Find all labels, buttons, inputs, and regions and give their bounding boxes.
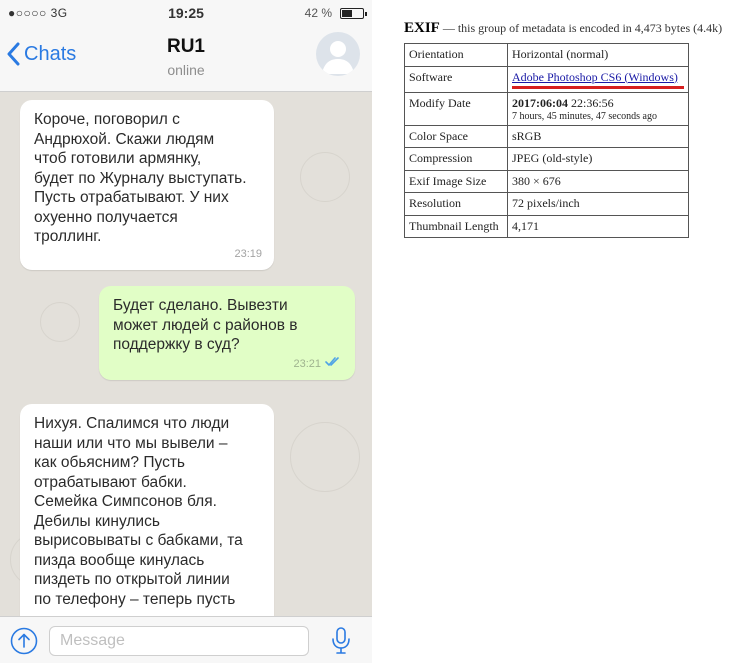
exif-value: 72 pixels/inch [507,192,689,216]
background-pattern [40,302,80,342]
status-bar: ●○○○○ 3G 19:25 42 % [0,0,372,26]
message-meta: 23:21 [293,355,343,375]
exif-value: 380 × 676 [507,169,689,193]
user-silhouette-icon [322,41,354,74]
modify-date: 2017:06:04 [512,95,568,110]
phone-screenshot: ●○○○○ 3G 19:25 42 % Chats RU1 online Кор… [0,0,372,663]
exif-key: Software [404,65,508,93]
exif-title: EXIF [404,20,440,36]
table-row: Exif Image Size 380 × 676 [404,169,689,193]
message-text: Будет сделано. Вывезти может людей с рай… [113,297,298,353]
table-row: Modify Date 2017:06:04 22:36:56 7 hours,… [404,91,689,126]
double-check-icon [325,355,343,375]
message-text: Короче, поговорил с Андрюхой. Скажи людя… [34,111,247,245]
table-row: Resolution 72 pixels/inch [404,192,689,216]
exif-key: Compression [404,147,508,171]
exif-value-cell: 2017:06:04 22:36:56 7 hours, 45 minutes,… [507,91,689,126]
exif-value: Horizontal (normal) [507,43,689,67]
battery-icon [340,8,367,19]
message-input[interactable] [49,626,309,656]
red-highlight-underline [512,85,684,89]
chat-area[interactable]: Короче, поговорил с Андрюхой. Скажи людя… [0,92,372,616]
table-row: Compression JPEG (old-style) [404,147,689,171]
message-input-bar [0,616,372,663]
message-time: 23:19 [234,247,262,260]
message-meta: 23:19 [234,245,262,265]
exif-key: Thumbnail Length [404,214,508,238]
upload-arrow-circle-icon [10,627,38,655]
message-text: Нихуя. Спалимся что люди наши или что мы… [34,415,243,608]
exif-value-cell: Adobe Photoshop CS6 (Windows) [507,65,689,93]
attach-button[interactable] [10,627,38,655]
exif-key: Resolution [404,192,508,216]
exif-value: JPEG (old-style) [507,147,689,171]
exif-value: sRGB [507,124,689,148]
exif-description: — this group of metadata is encoded in 4… [442,21,723,35]
software-link[interactable]: Adobe Photoshop CS6 (Windows) [512,70,678,84]
message-bubble-outgoing[interactable]: Будет сделано. Вывезти может людей с рай… [99,286,355,380]
message-bubble-incoming[interactable]: Нихуя. Спалимся что люди наши или что мы… [20,404,274,616]
mic-button[interactable] [330,626,352,656]
table-row: Orientation Horizontal (normal) [404,43,689,67]
modify-relative-time: 7 hours, 45 minutes, 47 seconds ago [512,110,657,122]
message-time: 23:21 [293,357,321,370]
exif-panel: EXIF — this group of metadata is encoded… [404,20,734,238]
exif-key: Color Space [404,124,508,148]
table-row: Thumbnail Length 4,171 [404,214,689,238]
exif-header: EXIF — this group of metadata is encoded… [404,20,734,37]
battery-percentage: 42 % [304,6,332,20]
exif-value: 4,171 [507,214,689,238]
exif-key: Exif Image Size [404,169,508,193]
navigation-bar: Chats RU1 online [0,26,372,92]
message-bubble-incoming[interactable]: Короче, поговорил с Андрюхой. Скажи людя… [20,100,274,270]
microphone-icon [332,627,350,654]
exif-table: Orientation Horizontal (normal) Software… [404,43,689,238]
exif-key: Orientation [404,43,508,67]
table-row: Color Space sRGB [404,124,689,148]
table-row: Software Adobe Photoshop CS6 (Windows) [404,65,689,93]
exif-key: Modify Date [404,91,508,126]
background-pattern [300,152,350,202]
avatar[interactable] [316,32,360,76]
modify-time: 22:36:56 [571,95,614,110]
background-pattern [290,422,360,492]
chat-status: online [167,62,205,78]
